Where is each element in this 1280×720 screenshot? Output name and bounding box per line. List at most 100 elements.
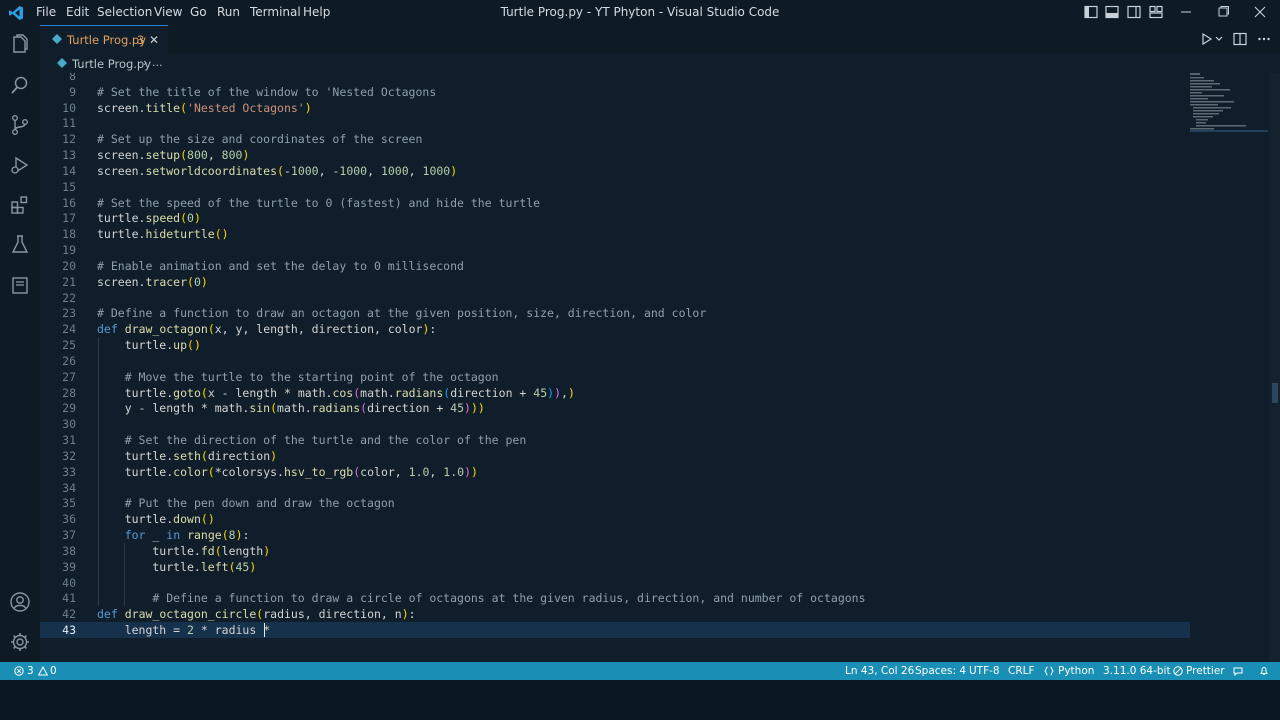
warning-icon	[38, 666, 48, 676]
code-line[interactable]: 17 turtle.speed(0)	[40, 210, 1190, 226]
code-line[interactable]: 32 turtle.seth(direction)	[40, 448, 1190, 464]
code-line[interactable]: 37 for _ in range(8):	[40, 527, 1190, 543]
code-text: y - length * math.sin(math.radians(direc…	[97, 401, 485, 416]
code-line[interactable]: 34	[40, 480, 1190, 496]
code-line[interactable]: 40	[40, 575, 1190, 591]
code-text: screen.setup(800, 800)	[97, 148, 250, 163]
code-line[interactable]: 9 # Set the title of the window to 'Neste…	[40, 84, 1190, 100]
encoding[interactable]: UTF-8	[969, 665, 1000, 677]
menu-view[interactable]: View	[154, 5, 182, 19]
formatter[interactable]: Prettier	[1186, 665, 1225, 677]
code-line[interactable]: 15	[40, 179, 1190, 195]
error-count[interactable]: 3	[27, 665, 34, 677]
menu-file[interactable]: File	[36, 5, 56, 19]
cursor-position[interactable]: Ln 43, Col 26	[845, 665, 914, 677]
vertical-scrollbar[interactable]	[1269, 73, 1280, 662]
menu-help[interactable]: Help	[303, 5, 330, 19]
breadcrumb-file[interactable]: Turtle Prog.py	[72, 57, 151, 71]
toggle-panel-icon[interactable]	[1105, 5, 1119, 19]
code-text: turtle.fd(length)	[97, 543, 271, 558]
code-line[interactable]: 11	[40, 115, 1190, 131]
source-control-icon[interactable]	[8, 113, 32, 137]
code-line[interactable]: 24 def draw_octagon(x, y, length, directi…	[40, 321, 1190, 337]
toggle-secondary-sidebar-icon[interactable]	[1127, 5, 1141, 19]
customize-layout-icon[interactable]	[1149, 5, 1163, 19]
close-window-icon[interactable]	[1250, 3, 1270, 21]
code-line[interactable]: 21 screen.tracer(0)	[40, 274, 1190, 290]
scrollbar-thumb[interactable]	[1272, 383, 1278, 403]
code-line[interactable]: 43 length = 2 * radius *	[40, 622, 1190, 639]
indentation[interactable]: Spaces: 4	[915, 665, 966, 677]
notifications-bell-icon[interactable]	[1259, 666, 1269, 676]
tab-bar: Turtle Prog.py 3 ✕	[40, 25, 1280, 53]
python-interpreter[interactable]: 3.11.0 64-bit	[1103, 665, 1171, 677]
code-line[interactable]: 27 # Move the turtle to the starting poi…	[40, 369, 1190, 385]
end-of-line[interactable]: CRLF	[1008, 665, 1035, 677]
code-line[interactable]: 35 # Put the pen down and draw the octag…	[40, 495, 1190, 511]
menu-selection[interactable]: Selection	[97, 5, 152, 19]
code-line[interactable]: 31 # Set the direction of the turtle and…	[40, 432, 1190, 448]
code-line[interactable]: 30	[40, 416, 1190, 432]
minimize-icon[interactable]	[1176, 3, 1196, 21]
language-mode[interactable]: Python	[1058, 665, 1094, 677]
menu-terminal[interactable]: Terminal	[250, 5, 301, 19]
code-line[interactable]: 23 # Define a function to draw an octagon…	[40, 305, 1190, 321]
run-debug-icon[interactable]	[8, 153, 32, 177]
python-file-icon	[57, 58, 67, 68]
code-line[interactable]: 39 turtle.left(45)	[40, 559, 1190, 575]
code-line[interactable]: 19	[40, 242, 1190, 258]
tab-turtle-prog[interactable]: Turtle Prog.py 3 ✕	[40, 25, 168, 53]
line-number: 37	[62, 528, 76, 543]
code-line[interactable]: 41 # Define a function to draw a circle …	[40, 590, 1190, 606]
code-line[interactable]: 12 # Set up the size and coordinates of t…	[40, 131, 1190, 147]
menu-go[interactable]: Go	[190, 5, 207, 19]
code-line[interactable]: 36 turtle.down()	[40, 511, 1190, 527]
code-line[interactable]: 20 # Enable animation and set the delay t…	[40, 258, 1190, 274]
tab-close-icon[interactable]: ✕	[149, 33, 159, 47]
minimap[interactable]	[1190, 73, 1268, 143]
explorer-icon[interactable]	[8, 33, 32, 57]
code-line[interactable]: 22	[40, 290, 1190, 306]
line-number: 22	[62, 290, 76, 305]
code-line[interactable]: 25 turtle.up()	[40, 337, 1190, 353]
code-line[interactable]: 18 turtle.hideturtle()	[40, 226, 1190, 242]
line-number: 38	[62, 543, 76, 558]
restore-icon[interactable]	[1213, 3, 1233, 21]
extensions-icon[interactable]	[8, 193, 32, 217]
code-line[interactable]: 28 turtle.goto(x - length * math.cos(mat…	[40, 385, 1190, 401]
code-line[interactable]: 13 screen.setup(800, 800)	[40, 147, 1190, 163]
feedback-icon[interactable]	[1233, 666, 1243, 676]
run-python-file-icon[interactable]	[1200, 32, 1214, 46]
indent-guide	[124, 542, 125, 607]
code-line[interactable]: 10 screen.title('Nested Octagons')	[40, 100, 1190, 116]
line-number: 14	[62, 163, 76, 178]
remote-explorer-icon[interactable]	[8, 273, 32, 297]
more-actions-icon[interactable]	[1257, 32, 1271, 46]
accounts-icon[interactable]	[8, 590, 32, 614]
toggle-primary-sidebar-icon[interactable]	[1084, 5, 1098, 19]
breadcrumb-symbols[interactable]: ...	[152, 56, 163, 69]
code-line[interactable]: 29 y - length * math.sin(math.radians(di…	[40, 400, 1190, 416]
line-number: 19	[62, 243, 76, 258]
code-line[interactable]: 42 def draw_octagon_circle(radius, direct…	[40, 606, 1190, 622]
code-line[interactable]: 14 screen.setworldcoordinates(-1000, -100…	[40, 163, 1190, 179]
search-icon[interactable]	[8, 73, 32, 97]
line-number: 27	[62, 369, 76, 384]
testing-icon[interactable]	[8, 233, 32, 257]
title-bar: File Edit Selection View Go Run Terminal…	[0, 0, 1280, 25]
settings-gear-icon[interactable]	[8, 630, 32, 654]
run-dropdown-chevron-icon[interactable]	[1214, 32, 1224, 46]
code-editor[interactable]: 8 9 # Set the title of the window to 'Nest…	[40, 73, 1280, 662]
line-number: 34	[62, 480, 76, 495]
line-number: 24	[62, 322, 76, 337]
code-line[interactable]: 26	[40, 353, 1190, 369]
line-number: 10	[62, 100, 76, 115]
split-editor-icon[interactable]	[1233, 32, 1247, 46]
code-line[interactable]: 8	[40, 73, 1190, 84]
menu-run[interactable]: Run	[217, 5, 240, 19]
warning-count[interactable]: 0	[50, 665, 57, 677]
code-line[interactable]: 38 turtle.fd(length)	[40, 543, 1190, 559]
code-line[interactable]: 16 # Set the speed of the turtle to 0 (fa…	[40, 195, 1190, 211]
code-line[interactable]: 33 turtle.color(*colorsys.hsv_to_rgb(col…	[40, 464, 1190, 480]
menu-edit[interactable]: Edit	[66, 5, 89, 19]
